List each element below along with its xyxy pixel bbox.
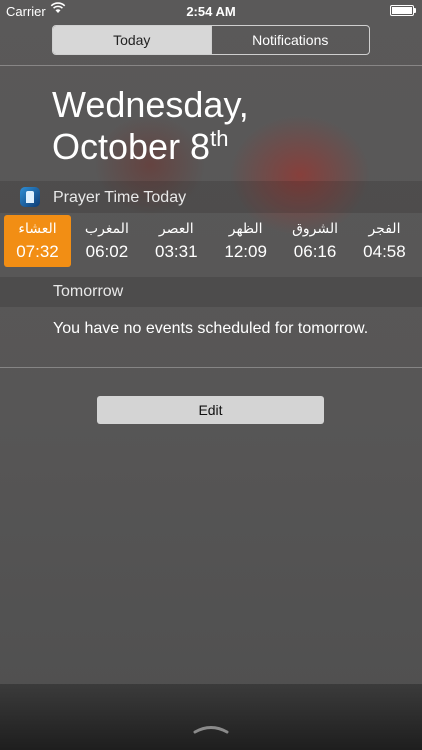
prayer-time: 07:32 xyxy=(16,242,59,261)
status-bar: Carrier 2:54 AM xyxy=(0,0,422,22)
status-time: 2:54 AM xyxy=(186,4,236,19)
grabber-handle-icon[interactable] xyxy=(193,724,229,734)
date-header: Wednesday, October 8th xyxy=(52,84,249,168)
prayer-fajr[interactable]: الفجر 04:58 xyxy=(351,215,418,267)
prayer-times-row: العشاء 07:32 المغرب 06:02 العصر 03:31 ال… xyxy=(4,215,418,268)
prayer-name: الظهر xyxy=(228,221,263,237)
no-events-message: You have no events scheduled for tomorro… xyxy=(53,320,369,337)
tab-today[interactable]: Today xyxy=(53,26,211,54)
prayer-isha[interactable]: العشاء 07:32 xyxy=(4,215,71,267)
edit-button[interactable]: Edit xyxy=(97,396,324,424)
date-month-day: October 8th xyxy=(52,126,229,167)
prayer-time: 12:09 xyxy=(224,242,267,261)
date-weekday: Wednesday, xyxy=(52,84,249,125)
date-suffix: th xyxy=(210,126,229,151)
tomorrow-label: Tomorrow xyxy=(53,283,124,300)
prayer-app-icon xyxy=(20,187,40,207)
tab-notifications[interactable]: Notifications xyxy=(210,26,370,54)
prayer-name: المغرب xyxy=(84,221,129,237)
prayer-name: العشاء xyxy=(18,221,57,237)
prayer-dhuhr[interactable]: الظهر 12:09 xyxy=(212,215,279,267)
prayer-maghrib[interactable]: المغرب 06:02 xyxy=(73,215,140,267)
prayer-sunrise[interactable]: الشروق 06:16 xyxy=(282,215,349,267)
widget-title: Prayer Time Today xyxy=(53,189,187,206)
tomorrow-header: Tomorrow xyxy=(0,277,422,307)
view-segmented-control: Today Notifications xyxy=(52,25,370,55)
prayer-name: الشروق xyxy=(292,221,339,237)
prayer-time: 04:58 xyxy=(363,242,406,261)
divider xyxy=(0,65,422,66)
prayer-asr[interactable]: العصر 03:31 xyxy=(143,215,210,267)
prayer-name: الفجر xyxy=(368,221,401,237)
prayer-name: العصر xyxy=(158,221,194,237)
bottom-bar xyxy=(0,684,422,750)
battery-icon xyxy=(390,5,416,16)
prayer-time: 06:02 xyxy=(85,242,129,261)
prayer-time: 06:16 xyxy=(293,242,337,261)
prayer-time: 03:31 xyxy=(155,242,198,261)
divider xyxy=(0,367,422,368)
widget-header[interactable]: Prayer Time Today xyxy=(0,181,422,213)
